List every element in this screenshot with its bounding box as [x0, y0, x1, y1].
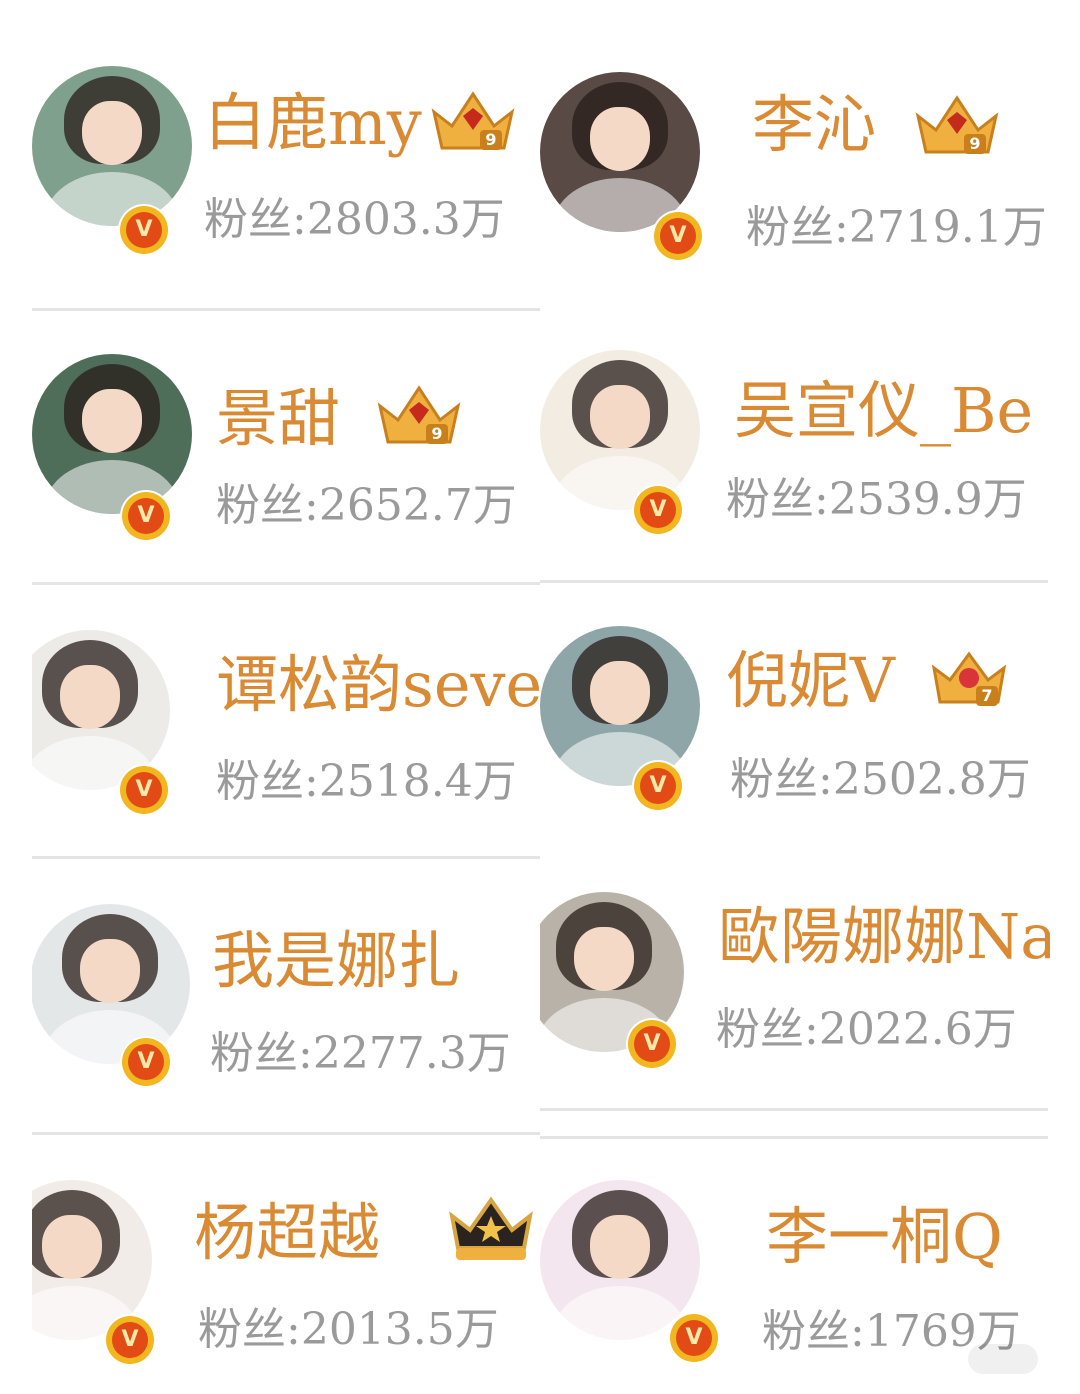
- watermark: [968, 1344, 1038, 1374]
- profile-card[interactable]: V 杨超越 粉丝:2013.5万: [32, 1156, 542, 1386]
- divider: [32, 582, 540, 585]
- verified-v-icon: V: [120, 206, 168, 254]
- svg-text:9: 9: [485, 130, 496, 149]
- divider: [540, 1108, 1048, 1111]
- divider: [32, 856, 540, 859]
- fans-value: 2277.3万: [312, 1028, 511, 1079]
- fans-label: 粉丝:: [216, 480, 319, 531]
- page: V 白鹿my 9 粉丝:2803.3万 V 李沁 9 粉丝:2719.1万 V …: [0, 0, 1080, 1394]
- profile-name[interactable]: 歐陽娜娜Na: [718, 892, 1050, 982]
- svg-text:7: 7: [981, 686, 992, 705]
- fans-label: 粉丝:: [726, 474, 829, 525]
- fans-value: 2022.6万: [818, 1004, 1017, 1055]
- fans-count: 粉丝:2539.9万: [726, 470, 1027, 530]
- avatar[interactable]: [32, 354, 192, 514]
- verified-v-icon: V: [654, 212, 702, 260]
- fans-label: 粉丝:: [204, 194, 307, 245]
- fans-value: 2803.3万: [306, 194, 505, 245]
- fans-label: 粉丝:: [762, 1306, 865, 1357]
- avatar[interactable]: [540, 1180, 700, 1340]
- fans-label: 粉丝:: [198, 1304, 301, 1355]
- profile-card[interactable]: V 吴宣仪_Be 粉丝:2539.9万: [540, 330, 1050, 560]
- crown-level-9-icon: 9: [431, 91, 515, 150]
- profile-name[interactable]: 谭松韵seve: [216, 640, 542, 730]
- fans-count: 粉丝:2277.3万: [210, 1024, 511, 1084]
- fans-value: 2539.9万: [828, 474, 1027, 525]
- verified-v-icon: V: [634, 486, 682, 534]
- fans-label: 粉丝:: [210, 1028, 313, 1079]
- fans-label: 粉丝:: [716, 1004, 819, 1055]
- divider: [32, 308, 540, 311]
- profile-card[interactable]: V 景甜 9 粉丝:2652.7万: [32, 330, 542, 560]
- svg-text:9: 9: [431, 424, 442, 443]
- profile-name[interactable]: 吴宣仪_Be: [734, 366, 1050, 456]
- avatar[interactable]: [540, 72, 700, 232]
- profile-card[interactable]: V 倪妮V 7 粉丝:2502.8万: [540, 606, 1050, 836]
- fans-value: 2013.5万: [300, 1304, 499, 1355]
- divider: [32, 1132, 540, 1135]
- profile-name[interactable]: 杨超越: [194, 1188, 428, 1278]
- fans-count: 粉丝:2719.1万: [746, 198, 1047, 258]
- fans-count: 粉丝:2502.8万: [730, 750, 1031, 810]
- fans-count: 粉丝:2013.5万: [198, 1300, 499, 1360]
- profile-card[interactable]: V 我是娜扎 粉丝:2277.3万: [32, 878, 542, 1108]
- fans-count: 粉丝:2518.4万: [216, 752, 517, 812]
- divider: [540, 580, 1048, 583]
- profile-card[interactable]: V 谭松韵seve 粉丝:2518.4万: [32, 606, 542, 836]
- profile-name[interactable]: 李沁: [752, 80, 912, 170]
- fans-label: 粉丝:: [216, 756, 319, 807]
- fans-value: 2719.1万: [848, 202, 1047, 253]
- profile-card[interactable]: V 歐陽娜娜Na 粉丝:2022.6万: [540, 878, 1050, 1108]
- profile-name[interactable]: 李一桐Q: [766, 1192, 1050, 1282]
- verified-v-icon: V: [122, 492, 170, 540]
- fans-count: 粉丝:2803.3万: [204, 190, 505, 250]
- profile-card[interactable]: V 李沁 9 粉丝:2719.1万: [540, 40, 1050, 270]
- crown-level-9-icon: 9: [377, 385, 461, 444]
- fans-value: 2502.8万: [832, 754, 1031, 805]
- verified-v-icon: V: [634, 762, 682, 810]
- divider: [540, 1136, 1048, 1139]
- verified-v-icon: V: [628, 1020, 676, 1068]
- crown-black-star-icon: [449, 1196, 533, 1260]
- verified-v-icon: V: [670, 1314, 718, 1362]
- verified-v-icon: V: [122, 1038, 170, 1086]
- profile-card[interactable]: V 白鹿my 9 粉丝:2803.3万: [32, 40, 542, 270]
- avatar[interactable]: [540, 350, 700, 510]
- verified-v-icon: V: [120, 766, 168, 814]
- profile-name[interactable]: 我是娜扎: [212, 916, 542, 1006]
- avatar[interactable]: [32, 904, 190, 1064]
- svg-text:9: 9: [969, 134, 980, 153]
- avatar[interactable]: [32, 66, 192, 226]
- fans-count: 粉丝:2652.7万: [216, 476, 517, 536]
- profile-name[interactable]: 白鹿my: [204, 78, 426, 168]
- fans-label: 粉丝:: [746, 202, 849, 253]
- profile-name[interactable]: 倪妮V: [726, 636, 922, 726]
- profile-name[interactable]: 景甜: [216, 374, 376, 464]
- fans-value: 2652.7万: [318, 480, 517, 531]
- crown-level-9-icon: 9: [915, 95, 999, 154]
- fans-count: 粉丝:2022.6万: [716, 1000, 1017, 1060]
- crown-level-7-icon: 7: [931, 651, 1007, 706]
- fans-value: 2518.4万: [318, 756, 517, 807]
- avatar[interactable]: [540, 626, 700, 786]
- verified-v-icon: V: [106, 1316, 154, 1364]
- fans-label: 粉丝:: [730, 754, 833, 805]
